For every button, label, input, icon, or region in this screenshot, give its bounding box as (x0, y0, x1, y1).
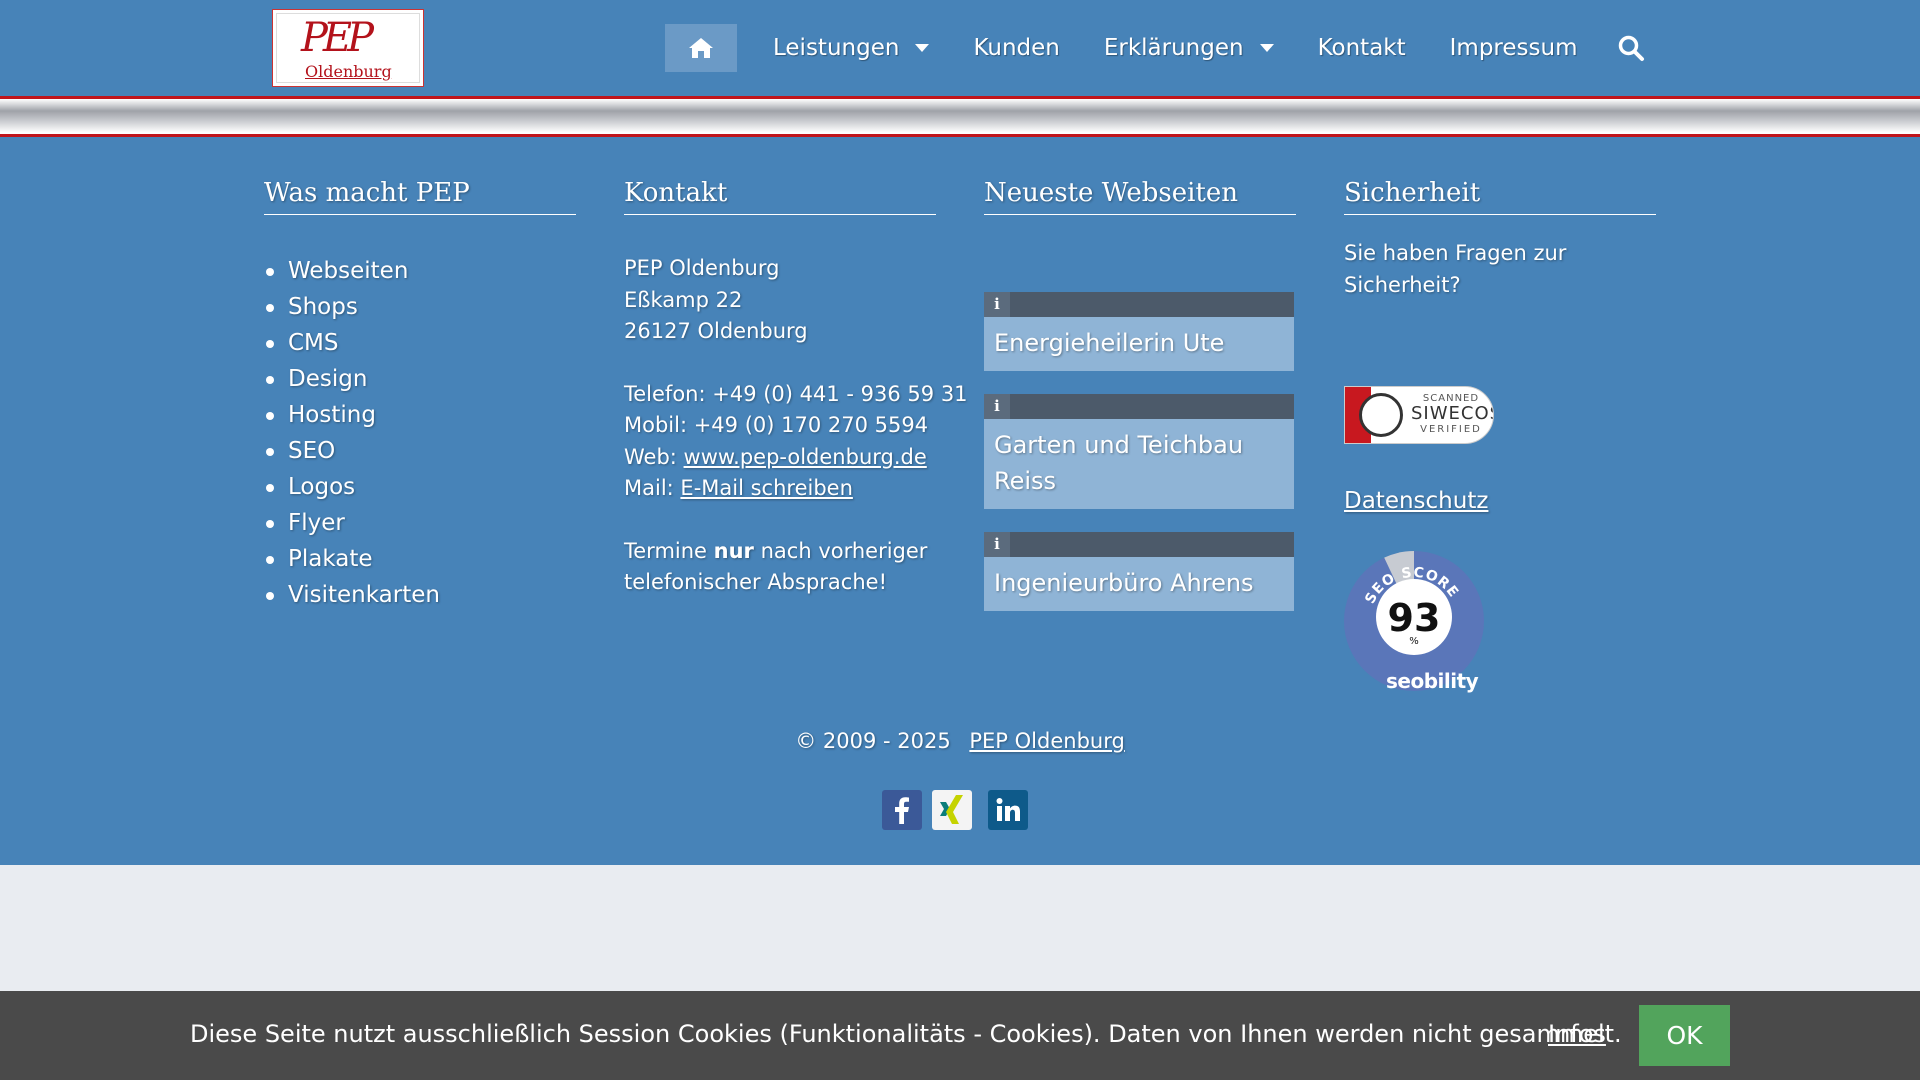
services-list: Webseiten Shops CMS Design Hosting SEO L… (264, 253, 576, 613)
appointment-note: Termine nur nach vorheriger telefonische… (624, 536, 936, 599)
top-navigation-bar: PEP Oldenburg Leistungen Kunden Erklärun… (0, 0, 1920, 96)
seobility-brand: seobility (1386, 669, 1479, 693)
nav-item-label: Leistungen (773, 35, 900, 61)
nav-item-kontakt[interactable]: Kontakt (1296, 24, 1428, 72)
home-icon (689, 38, 713, 58)
social-links (882, 790, 1028, 830)
info-icon: i (984, 532, 1010, 557)
nav-item-impressum[interactable]: Impressum (1428, 24, 1600, 72)
facebook-glyph (895, 797, 909, 824)
note-text: telefonischer Absprache! (624, 570, 887, 594)
copyright: © 2009 - 2025 PEP Oldenburg (0, 729, 1920, 753)
search-icon (1619, 35, 1645, 61)
main-nav: Leistungen Kunden Erklärungen Kontakt Im… (665, 24, 1655, 72)
chevron-down-icon (1259, 44, 1274, 52)
xing-glyph (940, 795, 963, 824)
seo-score-badge[interactable]: SEO SCORE 93 % seobility (1344, 551, 1484, 693)
company-name: PEP Oldenburg (624, 256, 780, 280)
copyright-link[interactable]: PEP Oldenburg (969, 729, 1124, 753)
contact-details: Telefon: +49 (0) 441 - 936 59 31 Mobil: … (624, 379, 968, 505)
nav-item-label: Erklärungen (1103, 35, 1244, 61)
site-card[interactable]: i Garten und Teichbau Reiss (984, 394, 1294, 509)
phone: Telefon: +49 (0) 441 - 936 59 31 (624, 381, 968, 406)
nav-item-kunden[interactable]: Kunden (951, 24, 1081, 72)
cookie-infos-link[interactable]: Infos (1548, 1020, 1606, 1048)
site-card[interactable]: i Energieheilerin Ute (984, 292, 1294, 371)
mobile: Mobil: +49 (0) 170 270 5594 (624, 413, 929, 437)
linkedin-icon[interactable] (988, 790, 1028, 830)
linkedin-glyph (996, 798, 1020, 821)
cookie-text: Diese Seite nutzt ausschließlich Session… (190, 1020, 1622, 1048)
nav-item-erklaerungen[interactable]: Erklärungen (1082, 24, 1296, 72)
mail-prefix: Mail: (624, 476, 674, 500)
note-bold: nur (713, 538, 754, 563)
street: Eßkamp 22 (624, 287, 743, 312)
nav-home-button[interactable] (665, 24, 737, 72)
decorative-stripe (0, 96, 1920, 138)
info-icon: i (984, 292, 1010, 317)
card-title: Energieheilerin Ute (994, 329, 1225, 357)
logo-text: PEP (301, 15, 374, 61)
list-item[interactable]: Visitenkarten (264, 577, 576, 613)
footer-col-latest-sites: Neueste Webseiten i Energieheilerin Ute … (984, 178, 1296, 611)
list-item[interactable]: CMS (264, 325, 576, 361)
mail-link[interactable]: E-Mail schreiben (680, 476, 852, 500)
web-row: Web: www.pep-oldenburg.de (624, 442, 936, 474)
nav-item-leistungen[interactable]: Leistungen (751, 24, 951, 72)
section-title: Kontakt (624, 178, 936, 215)
contact-address: PEP Oldenburg Eßkamp 22 26127 Oldenburg (624, 253, 936, 348)
web-link[interactable]: www.pep-oldenburg.de (684, 445, 927, 469)
list-item[interactable]: SEO (264, 433, 576, 469)
badge-brand: SIWECOS (1411, 403, 1494, 424)
badge-text: SCANNED SIWECOS VERIFIED (1411, 393, 1494, 435)
card-header: i (984, 394, 1294, 419)
list-item[interactable]: Logos (264, 469, 576, 505)
site-card[interactable]: i Ingenieurbüro Ahrens (984, 532, 1294, 611)
logo-subtitle: Oldenburg (305, 62, 392, 81)
siwecos-badge[interactable]: SCANNED SIWECOS VERIFIED (1344, 386, 1494, 444)
footer: Was macht PEP Webseiten Shops CMS Design… (0, 138, 1920, 865)
badge-verified: VERIFIED (1420, 424, 1482, 435)
seo-score-unit: % (1409, 636, 1419, 647)
copyright-text: © 2009 - 2025 (795, 729, 951, 753)
section-title: Neueste Webseiten (984, 178, 1296, 215)
card-title: Ingenieurbüro Ahrens (994, 569, 1254, 597)
nav-item-label: Kontakt (1317, 35, 1406, 61)
city: 26127 Oldenburg (624, 319, 808, 343)
list-item[interactable]: Flyer (264, 505, 576, 541)
web-prefix: Web: (624, 444, 677, 469)
logo-frame: PEP Oldenburg (276, 13, 420, 83)
list-item[interactable]: Plakate (264, 541, 576, 577)
footer-col-security: Sicherheit Sie haben Fragen zur Sicherhe… (1344, 178, 1656, 718)
nav-item-label: Impressum (1449, 35, 1578, 61)
mail-row: Mail: E-Mail schreiben (624, 473, 936, 505)
note-text: nach vorheriger (760, 538, 928, 563)
nav-item-label: Kunden (973, 35, 1060, 61)
note-text: Termine (624, 538, 707, 563)
footer-col-services: Was macht PEP Webseiten Shops CMS Design… (264, 178, 576, 613)
list-item[interactable]: Webseiten (264, 253, 576, 289)
security-question: Sie haben Fragen zur Sicherheit? (1344, 241, 1567, 297)
card-title: Garten und Teichbau Reiss (994, 431, 1244, 495)
list-item[interactable]: Shops (264, 289, 576, 325)
privacy-link[interactable]: Datenschutz (1344, 488, 1488, 514)
footer-col-contact: Kontakt PEP Oldenburg Eßkamp 22 26127 Ol… (624, 178, 968, 599)
section-title: Was macht PEP (264, 178, 576, 215)
card-header: i (984, 292, 1294, 317)
facebook-icon[interactable] (882, 790, 922, 830)
search-button[interactable] (1607, 24, 1655, 72)
xing-icon[interactable] (932, 790, 972, 830)
chevron-down-icon (915, 44, 930, 52)
list-item[interactable]: Hosting (264, 397, 576, 433)
site-logo[interactable]: PEP Oldenburg (272, 9, 424, 87)
cookie-ok-button[interactable]: OK (1639, 1005, 1730, 1066)
section-title: Sicherheit (1344, 178, 1656, 215)
magnifier-icon (1359, 393, 1403, 437)
card-header: i (984, 532, 1294, 557)
cookie-banner: Diese Seite nutzt ausschließlich Session… (0, 991, 1920, 1080)
seo-score-value: 93 (1388, 596, 1441, 640)
info-icon: i (984, 394, 1010, 419)
list-item[interactable]: Design (264, 361, 576, 397)
